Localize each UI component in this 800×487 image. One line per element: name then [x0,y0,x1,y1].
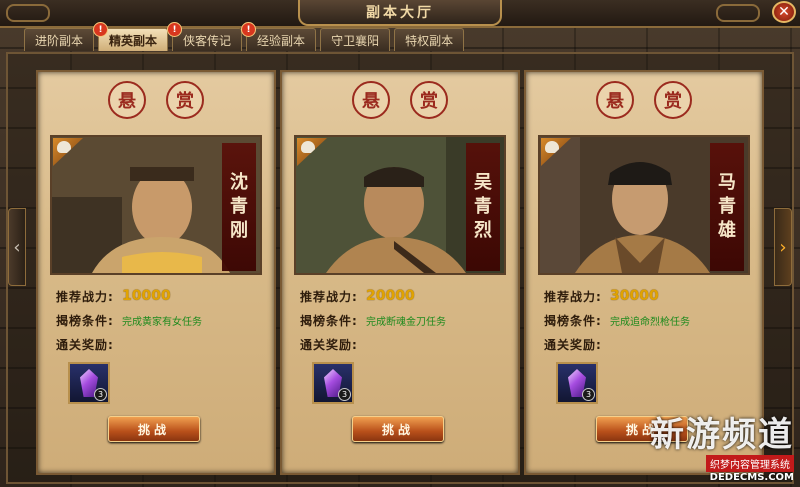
tab-label: 守卫襄阳 [331,33,380,48]
boss-name-char: 青 [474,196,492,217]
bounty-header: 悬 赏 [282,72,518,128]
bounty-info: 推荐战力: 20000 揭榜条件: 完成断魂金刀任务 通关奖励: [300,284,510,356]
tab-label: 进阶副本 [35,33,84,48]
tab-privilege-dungeon[interactable]: 特权副本 [394,28,465,51]
tab-label: 特权副本 [405,33,454,48]
alert-badge-icon: ! [93,22,109,37]
boss-name-char: 马 [718,172,736,193]
reward-item-slot[interactable]: 3 [312,362,354,404]
tab-hero-biography[interactable]: ! 侠客传记 [167,22,243,51]
bounty-seal: 悬 [108,81,146,119]
tab-label: 侠客传记 [183,33,232,48]
unlock-condition: 完成追命烈枪任务 [610,316,690,328]
bounty-seal: 赏 [654,81,692,119]
alert-badge-icon: ! [167,22,183,37]
site-watermark: 新游频道 织梦内容管理系统 DEDECMS.COM [650,417,794,483]
condition-label: 揭榜条件: [300,313,358,328]
corner-ornament-left [6,4,50,22]
power-label: 推荐战力: [544,289,602,304]
recommended-power: 10000 [122,288,171,304]
reward-item-slot[interactable]: 3 [556,362,598,404]
watermark-title: 新游频道 [650,415,794,455]
condition-label: 揭榜条件: [56,313,114,328]
reward-count: 3 [582,388,595,401]
tab-defend-xiangyang[interactable]: 守卫襄阳 [320,28,391,51]
tab-label: 经验副本 [257,33,306,48]
boss-name-banner: 马 青 雄 [710,143,744,271]
prev-page-arrow-icon[interactable]: ‹ [8,208,26,286]
watermark-subtitle: 织梦内容管理系统 [706,455,794,472]
boss-name-char: 沈 [230,172,248,193]
challenge-button[interactable]: 挑战 [108,416,200,442]
tab-advanced-dungeon[interactable]: 进阶副本 [24,28,95,51]
boss-name-char: 刚 [230,220,248,241]
bounty-seal: 悬 [352,81,390,119]
boss-name-char: 青 [718,196,736,217]
reward-label: 通关奖励: [544,337,602,352]
tab-bar: 进阶副本 ! 精英副本 ! 侠客传记 ! 经验副本 守卫襄阳 特权副本 [24,22,465,52]
boss-name-char: 吴 [474,172,492,193]
bounty-info: 推荐战力: 30000 揭榜条件: 完成追命烈枪任务 通关奖励: [544,284,754,356]
reward-label: 通关奖励: [300,337,358,352]
boss-portrait: 马 青 雄 [538,135,750,275]
alert-badge-icon: ! [241,22,257,37]
unlock-condition: 完成黄家有女任务 [122,316,202,328]
challenge-button[interactable]: 挑战 [352,416,444,442]
condition-label: 揭榜条件: [544,313,602,328]
boss-name-banner: 沈 青 刚 [222,143,256,271]
boss-name-char: 雄 [718,220,736,241]
corner-ornament-right [716,4,760,22]
tab-label: 精英副本 [109,33,158,48]
bounty-seal: 赏 [410,81,448,119]
bounty-header: 悬 赏 [526,72,762,128]
unlock-condition: 完成断魂金刀任务 [366,316,446,328]
bounty-seal: 赏 [166,81,204,119]
power-label: 推荐战力: [300,289,358,304]
boss-portrait: 吴 青 烈 [294,135,506,275]
window-title-plate: 副本大厅 [298,0,502,26]
bounty-info: 推荐战力: 10000 揭榜条件: 完成黄家有女任务 通关奖励: [56,284,266,356]
power-label: 推荐战力: [56,289,114,304]
reward-item-slot[interactable]: 3 [68,362,110,404]
reward-count: 3 [94,388,107,401]
window-title: 副本大厅 [366,5,434,21]
boss-name-char: 青 [230,196,248,217]
window-header: 副本大厅 ✕ [0,0,800,28]
reward-count: 3 [338,388,351,401]
boss-name-char: 烈 [474,220,492,241]
close-button[interactable]: ✕ [772,1,796,23]
recommended-power: 30000 [610,288,659,304]
boss-portrait: 沈 青 刚 [50,135,262,275]
next-page-arrow-icon[interactable]: › [774,208,792,286]
boss-name-banner: 吴 青 烈 [466,143,500,271]
watermark-url: DEDECMS.COM [709,472,794,483]
bounty-header: 悬 赏 [38,72,274,128]
reward-label: 通关奖励: [56,337,114,352]
bounty-card-2: 悬 赏 吴 青 烈 推荐战力: 20000 揭榜条件: 完成断魂金刀任务 通关奖励:… [280,70,520,475]
bounty-card-1: 悬 赏 沈 青 刚 推荐战力: 10000 揭榜条件: 完成黄家有女任务 通关奖励:… [36,70,276,475]
tab-experience-dungeon[interactable]: ! 经验副本 [241,22,317,51]
bounty-seal: 悬 [596,81,634,119]
recommended-power: 20000 [366,288,415,304]
tab-elite-dungeon[interactable]: ! 精英副本 [93,22,169,51]
